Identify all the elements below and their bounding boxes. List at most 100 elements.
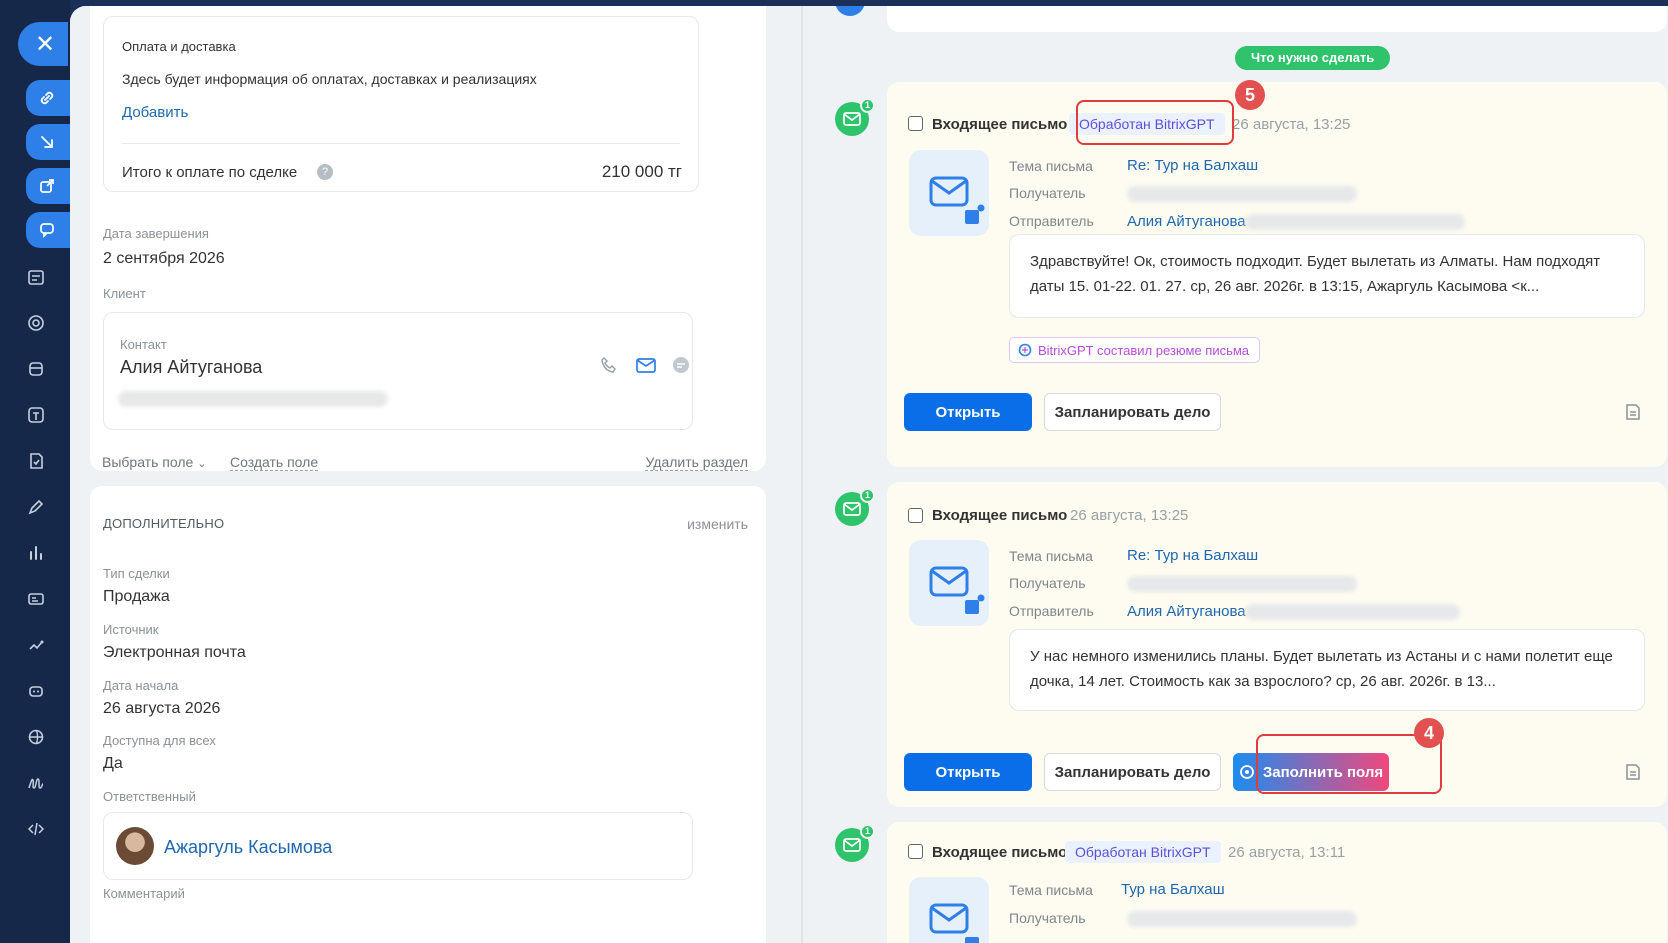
developer-icon[interactable] (24, 817, 48, 841)
start-date-value[interactable]: 26 августа 2026 (103, 700, 220, 718)
store-icon[interactable] (24, 357, 48, 381)
plan-button[interactable]: Запланировать дело (1044, 393, 1221, 431)
sender-label: Отправитель (1009, 603, 1094, 619)
payment-title: Оплата и доставка (122, 39, 236, 54)
sender-value[interactable]: Алия Айтуганова (1127, 213, 1246, 230)
sender-value[interactable]: Алия Айтуганова (1127, 603, 1246, 620)
mail-icon[interactable] (635, 355, 657, 380)
available-label: Доступна для всех (103, 733, 216, 748)
phone-icon[interactable] (599, 355, 619, 380)
deal-type-label: Тип сделки (103, 566, 170, 581)
available-value[interactable]: Да (103, 755, 123, 773)
annotation-frame-5 (1076, 100, 1234, 145)
arrow-down-right-icon[interactable] (26, 124, 70, 160)
edit-link[interactable]: изменить (687, 516, 748, 532)
timeline-top-icon (835, 6, 865, 16)
contact-blurred-info (118, 391, 388, 407)
avatar (116, 827, 154, 865)
contact-label: Контакт (120, 337, 167, 352)
close-icon[interactable]: ✕ (18, 22, 68, 66)
help-icon[interactable]: ? (317, 164, 333, 180)
link-icon[interactable] (26, 80, 70, 116)
email-card: Входящее письмо Обработан BitrixGPT 26 а… (887, 82, 1667, 467)
source-label: Источник (103, 622, 159, 637)
pen-icon[interactable] (24, 495, 48, 519)
start-date-label: Дата начала (103, 678, 179, 693)
responsible-name[interactable]: Ажаргуль Касымова (164, 837, 332, 858)
globe-icon[interactable] (24, 725, 48, 749)
inbox-icon[interactable] (24, 403, 48, 427)
deal-fields-column: Оплата и доставка Здесь будет информация… (70, 6, 770, 943)
end-date-label: Дата завершения (103, 226, 209, 241)
unread-badge: 1 (860, 824, 875, 839)
client-card: Контакт Алия Айтуганова (103, 312, 693, 430)
email-date: 26 августа, 13:11 (1228, 844, 1346, 861)
email-thumbnail (909, 540, 989, 626)
email-icon: 1 (835, 98, 875, 136)
comment-label: Комментарий (103, 886, 185, 901)
target-icon[interactable] (24, 311, 48, 335)
subject-value[interactable]: Тур на Балхаш (1121, 881, 1225, 898)
divider (122, 143, 680, 144)
recipient-blurred (1127, 576, 1357, 592)
add-payment-link[interactable]: Добавить (122, 104, 188, 121)
subject-label: Тема письма (1009, 882, 1093, 898)
tasks-icon[interactable] (24, 265, 48, 289)
gpt-summary-text: BitrixGPT составил резюме письма (1038, 342, 1250, 358)
plan-button[interactable]: Запланировать дело (1044, 753, 1221, 791)
previous-item-card (887, 6, 1667, 32)
delete-section-link[interactable]: Удалить раздел (645, 454, 748, 471)
subject-value[interactable]: Re: Тур на Балхаш (1127, 157, 1258, 174)
recipient-blurred (1127, 186, 1357, 202)
email-title: Входящее письмо (932, 116, 1068, 133)
recipient-label: Получатель (1009, 910, 1086, 926)
chart-icon[interactable] (24, 541, 48, 565)
chat-icon[interactable] (26, 212, 70, 248)
email-thumbnail (909, 877, 989, 943)
create-field-link[interactable]: Создать поле (230, 454, 319, 471)
card-icon[interactable] (24, 587, 48, 611)
responsible-card[interactable]: Ажаргуль Касымова (103, 812, 693, 880)
gpt-summary-chip[interactable]: BitrixGPT составил резюме письма (1009, 337, 1261, 363)
additional-section: ДОПОЛНИТЕЛЬНО изменить Тип сделки Продаж… (90, 486, 766, 943)
email-icon: 1 (835, 488, 875, 526)
email-title: Входящее письмо (932, 507, 1068, 524)
messenger-icon[interactable] (671, 355, 691, 380)
payment-info: Здесь будет информация об оплатах, доста… (122, 71, 537, 87)
annotation-marker-5: 5 (1235, 80, 1265, 110)
gpt-icon (1018, 343, 1032, 357)
unread-badge: 1 (860, 488, 875, 503)
note-icon[interactable] (1623, 762, 1643, 782)
email-body: Здравствуйте! Ок, стоимость подходит. Бу… (1009, 234, 1645, 318)
email-checkbox[interactable] (908, 844, 923, 859)
email-icon: 1 (835, 824, 875, 862)
crm-deal-slider: Оплата и доставка Здесь будет информация… (70, 6, 1668, 943)
signature-icon[interactable] (24, 771, 48, 795)
client-label: Клиент (103, 286, 146, 301)
timeline-line (801, 6, 803, 943)
email-checkbox[interactable] (908, 508, 923, 523)
email-title: Входящее письмо (932, 844, 1068, 861)
subject-value[interactable]: Re: Тур на Балхаш (1127, 547, 1258, 564)
open-button[interactable]: Открыть (904, 393, 1032, 431)
annotation-marker-4: 4 (1414, 718, 1444, 748)
responsible-label: Ответственный (103, 789, 196, 804)
note-icon[interactable] (1623, 402, 1643, 422)
source-value[interactable]: Электронная почта (103, 644, 246, 662)
annotation-frame-4 (1256, 734, 1442, 794)
end-date-value[interactable]: 2 сентября 2026 (103, 250, 225, 268)
deal-type-value[interactable]: Продажа (103, 588, 170, 606)
robot-icon[interactable] (24, 679, 48, 703)
external-link-icon[interactable] (26, 168, 70, 204)
email-date: 26 августа, 13:25 (1070, 507, 1189, 524)
gpt-processed-badge: Обработан BitrixGPT (1065, 841, 1221, 863)
select-field-link[interactable]: Выбрать поле ⌄ (102, 454, 206, 470)
recipient-label: Получатель (1009, 185, 1086, 201)
email-checkbox[interactable] (908, 116, 923, 131)
open-button[interactable]: Открыть (904, 753, 1032, 791)
document-check-icon[interactable] (24, 449, 48, 473)
automation-icon[interactable] (24, 633, 48, 657)
sender-email-blurred (1245, 214, 1465, 230)
contact-name[interactable]: Алия Айтуганова (120, 357, 262, 378)
main-section: Оплата и доставка Здесь будет информация… (90, 6, 766, 471)
